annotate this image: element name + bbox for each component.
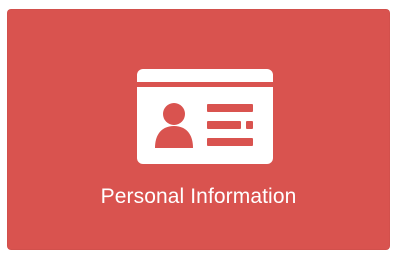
tile-label: Personal Information	[100, 185, 297, 208]
personal-information-tile[interactable]: Personal Information	[7, 9, 390, 250]
id-card-icon	[137, 69, 273, 164]
